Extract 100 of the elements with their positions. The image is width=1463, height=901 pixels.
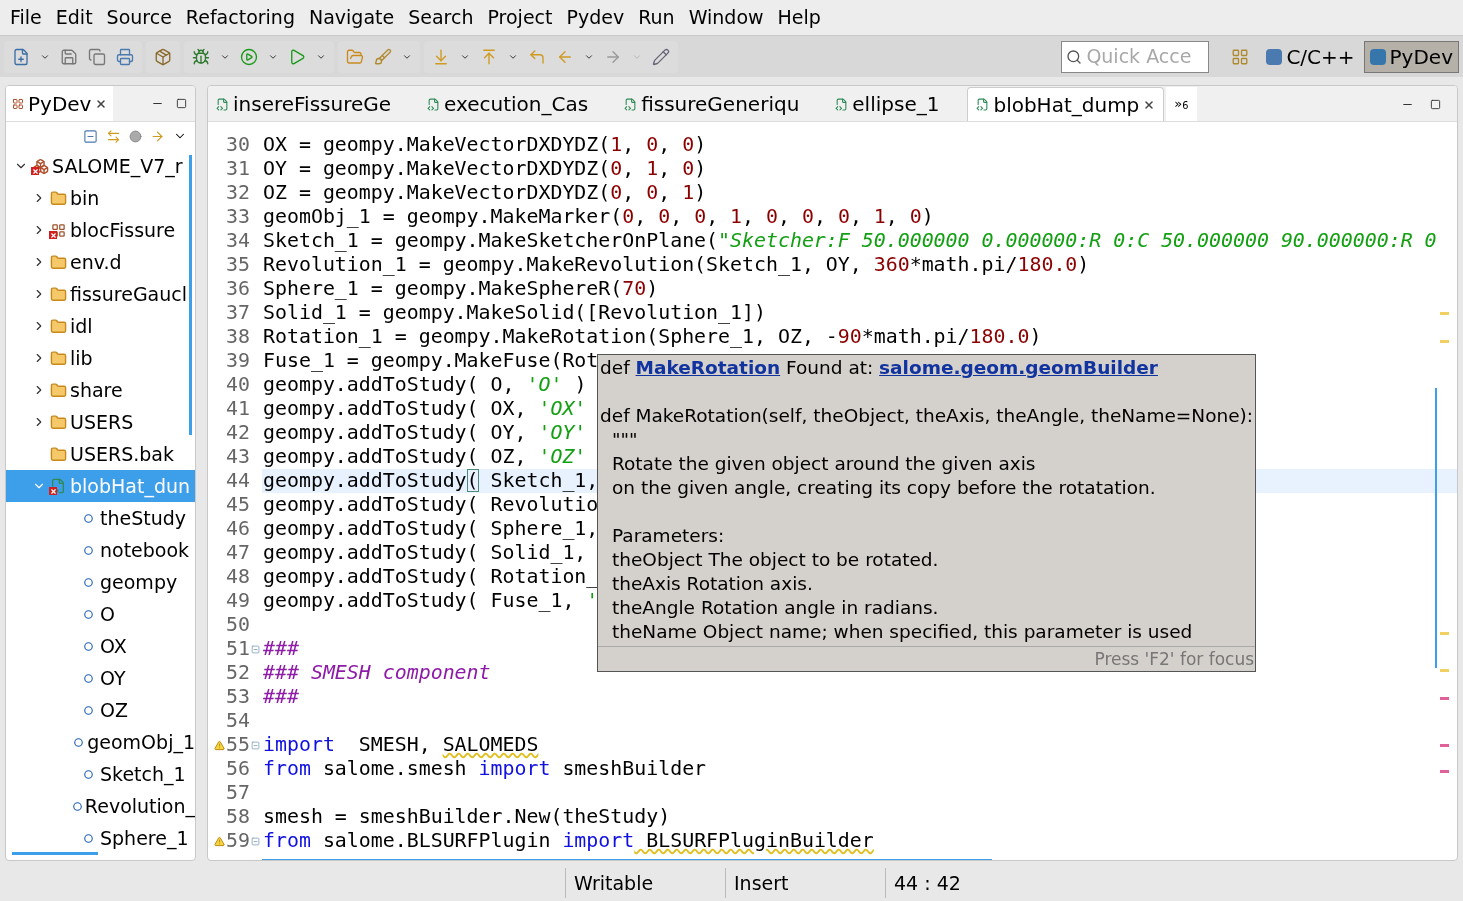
editor-tab[interactable]: blobHat_dump bbox=[967, 87, 1165, 121]
save-icon[interactable] bbox=[60, 47, 78, 66]
tree-item[interactable]: env.d bbox=[6, 246, 195, 278]
run-external-icon[interactable] bbox=[288, 47, 306, 66]
tree-item[interactable]: OZ bbox=[6, 694, 195, 726]
overview-marker[interactable] bbox=[1440, 697, 1449, 700]
bug-icon[interactable] bbox=[192, 47, 210, 66]
edit-icon[interactable] bbox=[652, 47, 670, 66]
code-line: Fuse_1 = geompy.MakeFuse(Rot bbox=[262, 348, 599, 375]
editor-tab[interactable]: insereFissureGe bbox=[208, 87, 418, 121]
menu-item[interactable]: Search bbox=[408, 3, 474, 32]
print-icon[interactable] bbox=[116, 47, 134, 66]
line-number: 44 bbox=[226, 468, 250, 495]
collapse-all-icon[interactable] bbox=[83, 128, 98, 144]
hover-signature: def MakeRotation(self, theObject, theAxis, theAngle, theName=None): bbox=[600, 405, 1254, 426]
save-all-icon[interactable] bbox=[88, 47, 106, 66]
menu-item[interactable]: Pydev bbox=[566, 3, 625, 32]
search-icon bbox=[1066, 48, 1083, 65]
menu-item[interactable]: Edit bbox=[55, 3, 93, 32]
previous-annotation-icon[interactable] bbox=[480, 47, 498, 66]
scrollbar-thumb[interactable] bbox=[1435, 388, 1437, 668]
tree-item[interactable]: idl bbox=[6, 310, 195, 342]
perspective-icon bbox=[1369, 48, 1386, 65]
folder-icon bbox=[49, 381, 67, 399]
code-line: geompy.addToStudy( OZ, 'OZ' bbox=[262, 444, 587, 471]
overview-marker[interactable] bbox=[1440, 312, 1449, 315]
overview-marker[interactable] bbox=[1440, 744, 1449, 747]
scrollbar-thumb[interactable] bbox=[12, 852, 98, 855]
overview-marker[interactable] bbox=[1440, 770, 1449, 773]
menu-item[interactable]: Source bbox=[106, 3, 172, 32]
menu-item[interactable]: Help bbox=[777, 3, 821, 32]
next-annotation-icon[interactable] bbox=[432, 47, 450, 66]
tree-item[interactable]: Sphere_1 bbox=[6, 822, 195, 852]
fold-icon[interactable] bbox=[251, 836, 260, 846]
perspective-button[interactable]: C/C++ bbox=[1261, 40, 1360, 73]
line-number: 36 bbox=[226, 276, 250, 303]
menu-item[interactable]: File bbox=[10, 3, 42, 32]
editor-tab[interactable]: fissureGeneriqu bbox=[616, 87, 826, 121]
tree-item[interactable]: geomObj_1 bbox=[6, 726, 195, 758]
tree-item[interactable]: notebook bbox=[6, 534, 195, 566]
line-number: 39 bbox=[226, 348, 250, 375]
link-icon[interactable] bbox=[106, 128, 121, 144]
line-number: 38 bbox=[226, 324, 250, 351]
menu-item[interactable]: Project bbox=[487, 3, 553, 32]
line-number: 58 bbox=[226, 804, 250, 831]
overview-marker[interactable] bbox=[1440, 340, 1449, 343]
maximize-icon[interactable] bbox=[1430, 98, 1441, 110]
brush-icon[interactable] bbox=[374, 47, 392, 66]
menu-item[interactable]: Run bbox=[638, 3, 675, 32]
new-file-icon[interactable] bbox=[12, 47, 30, 66]
code-line: geompy.addToStudy( Revolutio bbox=[262, 492, 599, 519]
tree-item[interactable]: USERS.bak bbox=[6, 438, 195, 470]
run-icon[interactable] bbox=[240, 47, 258, 66]
tab-overflow[interactable]: »$_{6}$ bbox=[1166, 87, 1197, 121]
tree-item[interactable]: SALOME_V7_r bbox=[6, 150, 195, 182]
scrollbar-thumb[interactable] bbox=[189, 155, 192, 435]
folder-icon bbox=[49, 317, 67, 335]
overview-marker[interactable] bbox=[1440, 632, 1449, 635]
tree-item[interactable]: Revolution_ bbox=[6, 790, 195, 822]
open-perspective-icon[interactable] bbox=[1231, 47, 1250, 66]
tree-item[interactable]: bin bbox=[6, 182, 195, 214]
tree-item[interactable]: O bbox=[6, 598, 195, 630]
tree-item[interactable]: share bbox=[6, 374, 195, 406]
menu-item[interactable]: Window bbox=[688, 3, 764, 32]
hover-doc-line: Parameters: bbox=[612, 524, 726, 548]
open-folder-icon[interactable] bbox=[346, 47, 364, 66]
tree-item[interactable]: geompy bbox=[6, 566, 195, 598]
line-number: 47 bbox=[226, 540, 250, 567]
view-tab[interactable]: PyDev bbox=[6, 86, 114, 121]
tree-item[interactable]: lib bbox=[6, 342, 195, 374]
tree-item[interactable]: blocFissure bbox=[6, 214, 195, 246]
code-line: Sphere_1 = geompy.MakeSphereR(70) bbox=[262, 276, 659, 303]
editor-tab[interactable]: ellipse_1 bbox=[827, 87, 966, 121]
perspective-button[interactable]: PyDev bbox=[1363, 40, 1459, 73]
close-icon[interactable] bbox=[1143, 98, 1156, 111]
maximize-icon[interactable] bbox=[176, 98, 187, 109]
tree-item[interactable]: Sketch_1 bbox=[6, 758, 195, 790]
line-number: 54 bbox=[226, 708, 250, 735]
python-file-icon bbox=[624, 97, 638, 111]
tree-item[interactable]: USERS bbox=[6, 406, 195, 438]
menu-item[interactable]: Refactoring bbox=[185, 3, 295, 32]
last-edit-icon[interactable] bbox=[528, 47, 546, 66]
editor-tab[interactable]: execution_Cas bbox=[419, 87, 615, 121]
fold-icon[interactable] bbox=[251, 740, 260, 750]
tree-item[interactable]: OY bbox=[6, 662, 195, 694]
menu-item[interactable]: Navigate bbox=[308, 3, 395, 32]
quick-access-field[interactable]: Quick Acce bbox=[1061, 40, 1210, 73]
view-icon bbox=[12, 97, 24, 110]
overview-marker[interactable] bbox=[1440, 669, 1449, 672]
tree-item[interactable]: fissureGaucl bbox=[6, 278, 195, 310]
tree-item[interactable]: OX bbox=[6, 630, 195, 662]
line-number: 50 bbox=[226, 612, 250, 639]
sync-icon[interactable] bbox=[150, 128, 165, 144]
tree-item[interactable]: theStudy bbox=[6, 502, 195, 534]
hover-doc-line: theName Object name; when specified, this parameter is used bbox=[612, 620, 1194, 644]
close-icon[interactable] bbox=[95, 97, 108, 110]
line-number: 59 bbox=[226, 828, 250, 855]
package-icon[interactable] bbox=[154, 47, 172, 66]
fold-icon[interactable] bbox=[251, 644, 260, 654]
hover-doc-line: """ bbox=[612, 428, 639, 452]
